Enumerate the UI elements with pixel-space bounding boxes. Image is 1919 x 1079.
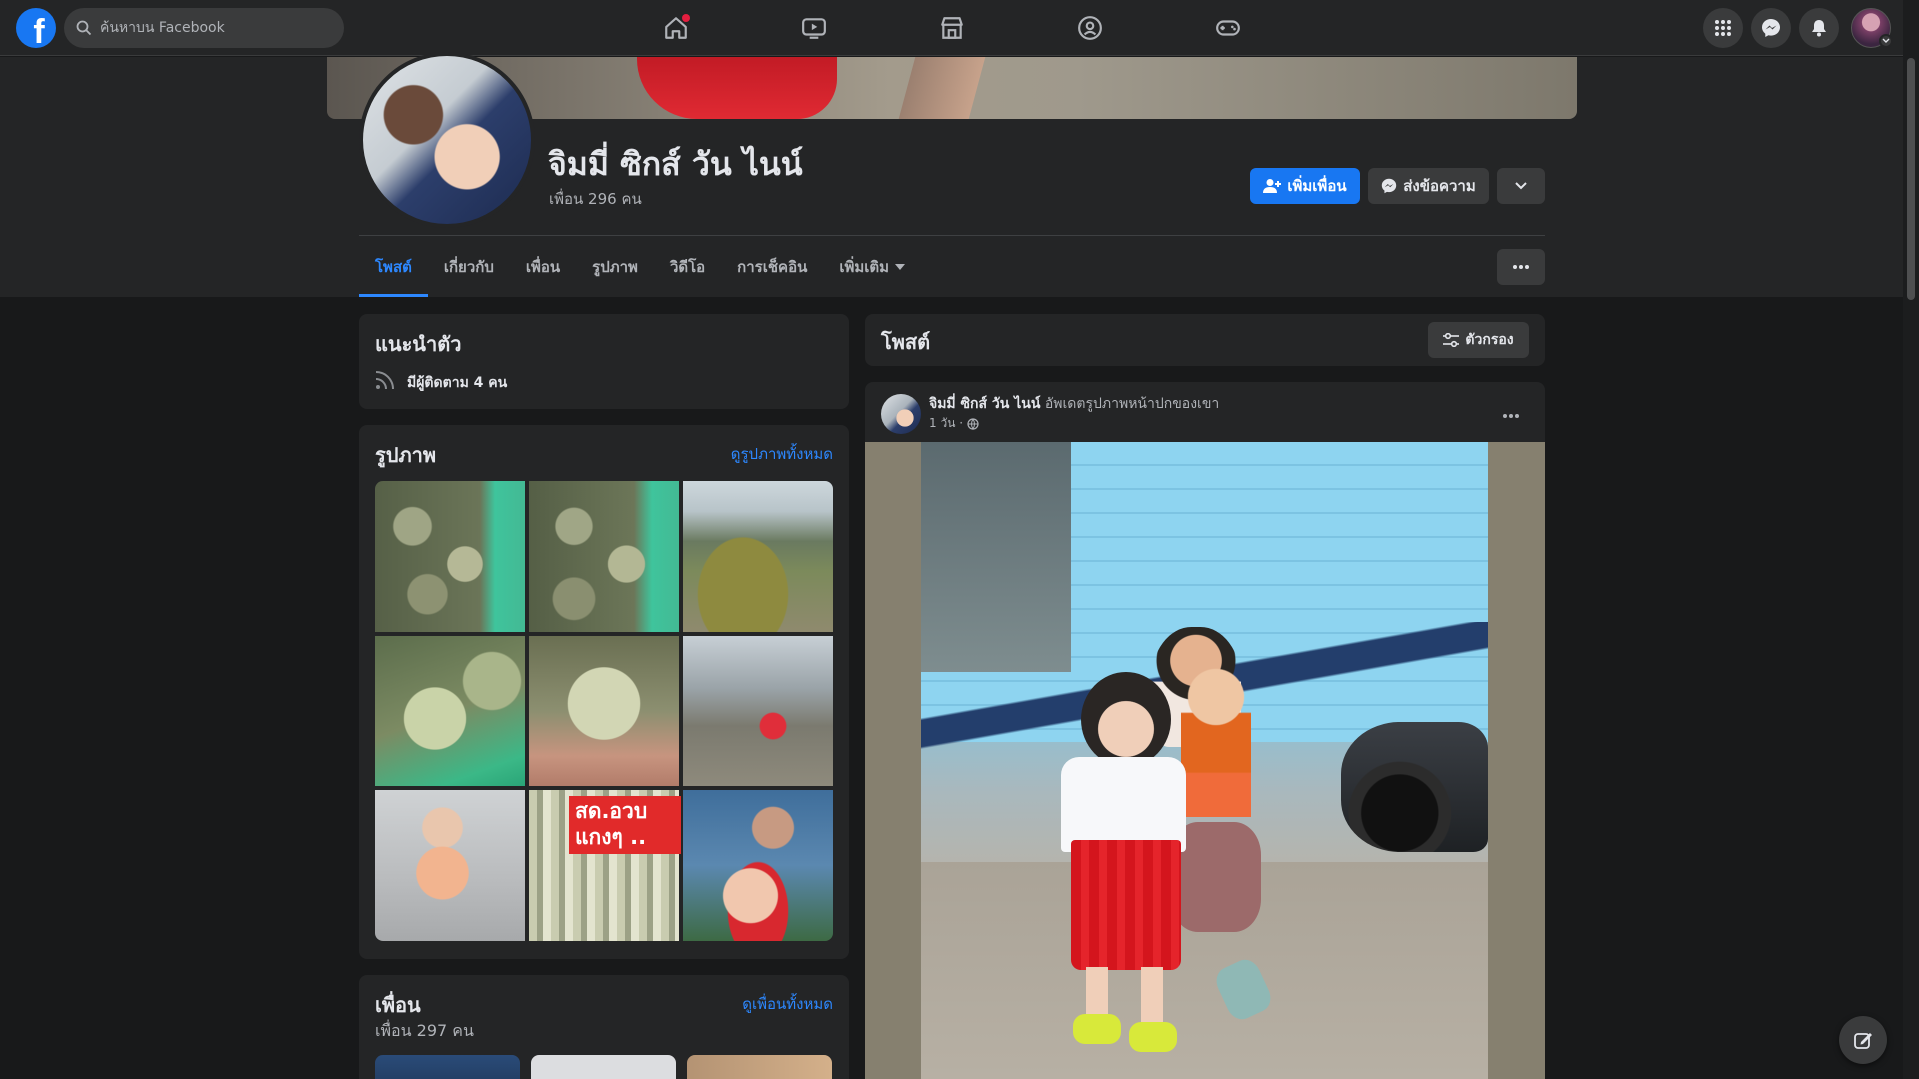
friend-thumbnail[interactable]: [375, 1055, 520, 1079]
photo-text-overlay: สด.อวบ แกงๆ ..: [569, 796, 681, 855]
friends-title[interactable]: เพื่อน: [375, 989, 421, 1021]
post-photo[interactable]: [921, 442, 1488, 1079]
tab-more[interactable]: เพิ่มเติม: [823, 236, 921, 297]
photo-thumbnail[interactable]: [375, 481, 525, 632]
photo-thumbnail[interactable]: [529, 481, 679, 632]
photo-thumbnail[interactable]: [683, 481, 833, 632]
messenger-icon: [1382, 178, 1397, 194]
compose-icon: [1854, 1033, 1872, 1049]
post-timestamp[interactable]: 1 วัน ·: [929, 414, 963, 433]
menu-button[interactable]: [1703, 8, 1743, 48]
profile-more-button[interactable]: [1497, 249, 1545, 285]
filter-icon: [1443, 333, 1460, 347]
notifications-button[interactable]: [1799, 8, 1839, 48]
photo-grid: สด.อวบ แกงๆ ..: [375, 481, 833, 941]
photo-thumbnail[interactable]: [683, 790, 833, 941]
nav-watch[interactable]: [758, 8, 870, 48]
friends-card: เพื่อน เพื่อน 297 คน ดูเพื่อนทั้งหมด: [359, 975, 849, 1079]
search-icon: [76, 20, 92, 36]
friends-count[interactable]: เพื่อน 296 คน: [549, 187, 642, 211]
groups-icon: [1078, 16, 1102, 40]
followers-count[interactable]: มีผู้ติดตาม 4 คน: [407, 372, 507, 394]
post-options-button[interactable]: [1493, 398, 1529, 434]
nav-groups[interactable]: [1034, 8, 1146, 48]
scrollbar-thumb[interactable]: [1907, 58, 1915, 300]
globe-icon: [967, 417, 979, 430]
post-header-line: จิมมี่ ซิกส์ วัน ไนน์ อัพเดตรูปภาพหน้าปก…: [929, 393, 1219, 415]
video-icon: [802, 18, 826, 39]
ellipsis-icon: [1513, 265, 1529, 269]
photo-thumbnail[interactable]: [683, 635, 833, 787]
see-all-friends-link[interactable]: ดูเพื่อนทั้งหมด: [742, 992, 833, 1016]
post-meta: 1 วัน ·: [929, 414, 979, 433]
profile-name: จิมมี่ ซิกส์ วัน ไนน์: [548, 145, 803, 183]
tab-posts[interactable]: โพสต์: [359, 236, 428, 297]
post-action: อัพเดตรูปภาพหน้าปกของเขา: [1044, 396, 1220, 412]
ellipsis-icon: [1503, 414, 1519, 418]
photo-thumbnail[interactable]: [375, 790, 525, 941]
photos-card: รูปภาพ ดูรูปภาพทั้งหมด สด.อวบ แกงๆ ..: [359, 425, 849, 959]
see-all-photos-link[interactable]: ดูรูปภาพทั้งหมด: [731, 442, 833, 466]
profile-tabs: โพสต์ เกี่ยวกับ เพื่อน รูปภาพ วิดีโอ การ…: [359, 236, 921, 297]
tab-photos[interactable]: รูปภาพ: [576, 236, 654, 297]
friends-total: เพื่อน 297 คน: [375, 1021, 474, 1040]
post-image-container[interactable]: [865, 442, 1545, 1079]
chevron-down-icon: [1515, 182, 1527, 190]
filter-button[interactable]: ตัวกรอง: [1428, 322, 1529, 358]
photo-thumbnail[interactable]: [529, 635, 679, 787]
friend-thumbnail[interactable]: [531, 1055, 676, 1079]
grid-menu-icon: [1715, 20, 1731, 36]
post-card: จิมมี่ ซิกส์ วัน ไนน์ อัพเดตรูปภาพหน้าปก…: [865, 382, 1545, 1079]
photo-thumbnail[interactable]: สด.อวบ แกงๆ ..: [529, 790, 681, 941]
notification-dot: [682, 14, 690, 22]
nav-gaming[interactable]: [1172, 8, 1284, 48]
facebook-logo[interactable]: f: [16, 8, 56, 48]
photos-title[interactable]: รูปภาพ: [375, 439, 436, 471]
tab-friends[interactable]: เพื่อน: [510, 236, 576, 297]
top-navigation-bar: f: [0, 0, 1903, 56]
more-actions-dropdown[interactable]: [1497, 168, 1545, 204]
caret-down-icon: [895, 263, 906, 270]
photo-thumbnail[interactable]: [375, 635, 525, 787]
tab-about[interactable]: เกี่ยวกับ: [428, 236, 510, 297]
page-scrollbar[interactable]: [1903, 0, 1919, 1079]
rss-icon: [375, 371, 394, 390]
bell-icon: [1812, 20, 1826, 37]
posts-title: โพสต์: [881, 330, 931, 354]
chevron-down-icon[interactable]: [1879, 34, 1893, 48]
tab-checkins[interactable]: การเช็คอิน: [721, 236, 823, 297]
messenger-button[interactable]: [1751, 8, 1791, 48]
post-author-name[interactable]: จิมมี่ ซิกส์ วัน ไนน์: [929, 396, 1040, 412]
intro-title: แนะนำตัว: [375, 332, 462, 356]
tab-videos[interactable]: วิดีโอ: [654, 236, 721, 297]
friend-thumbnail[interactable]: [687, 1055, 832, 1079]
search-input[interactable]: [100, 20, 320, 36]
marketplace-icon: [941, 17, 963, 39]
add-friend-button[interactable]: เพิ่มเพื่อน: [1250, 168, 1360, 204]
intro-card: แนะนำตัว มีผู้ติดตาม 4 คน: [359, 314, 849, 409]
new-message-button[interactable]: [1839, 1016, 1887, 1064]
messenger-icon: [1762, 19, 1780, 37]
post-author-avatar[interactable]: [881, 394, 921, 434]
add-friend-icon: [1263, 179, 1282, 193]
message-button[interactable]: ส่งข้อความ: [1368, 168, 1489, 204]
search-box[interactable]: [64, 8, 344, 48]
gaming-icon: [1216, 20, 1240, 36]
nav-marketplace[interactable]: [896, 8, 1008, 48]
profile-header: จิมมี่ ซิกส์ วัน ไนน์ เพื่อน 296 คน เพิ่…: [0, 52, 1903, 297]
nav-home[interactable]: [620, 8, 732, 48]
profile-picture[interactable]: [359, 52, 535, 228]
posts-header-card: โพสต์ ตัวกรอง: [865, 314, 1545, 366]
